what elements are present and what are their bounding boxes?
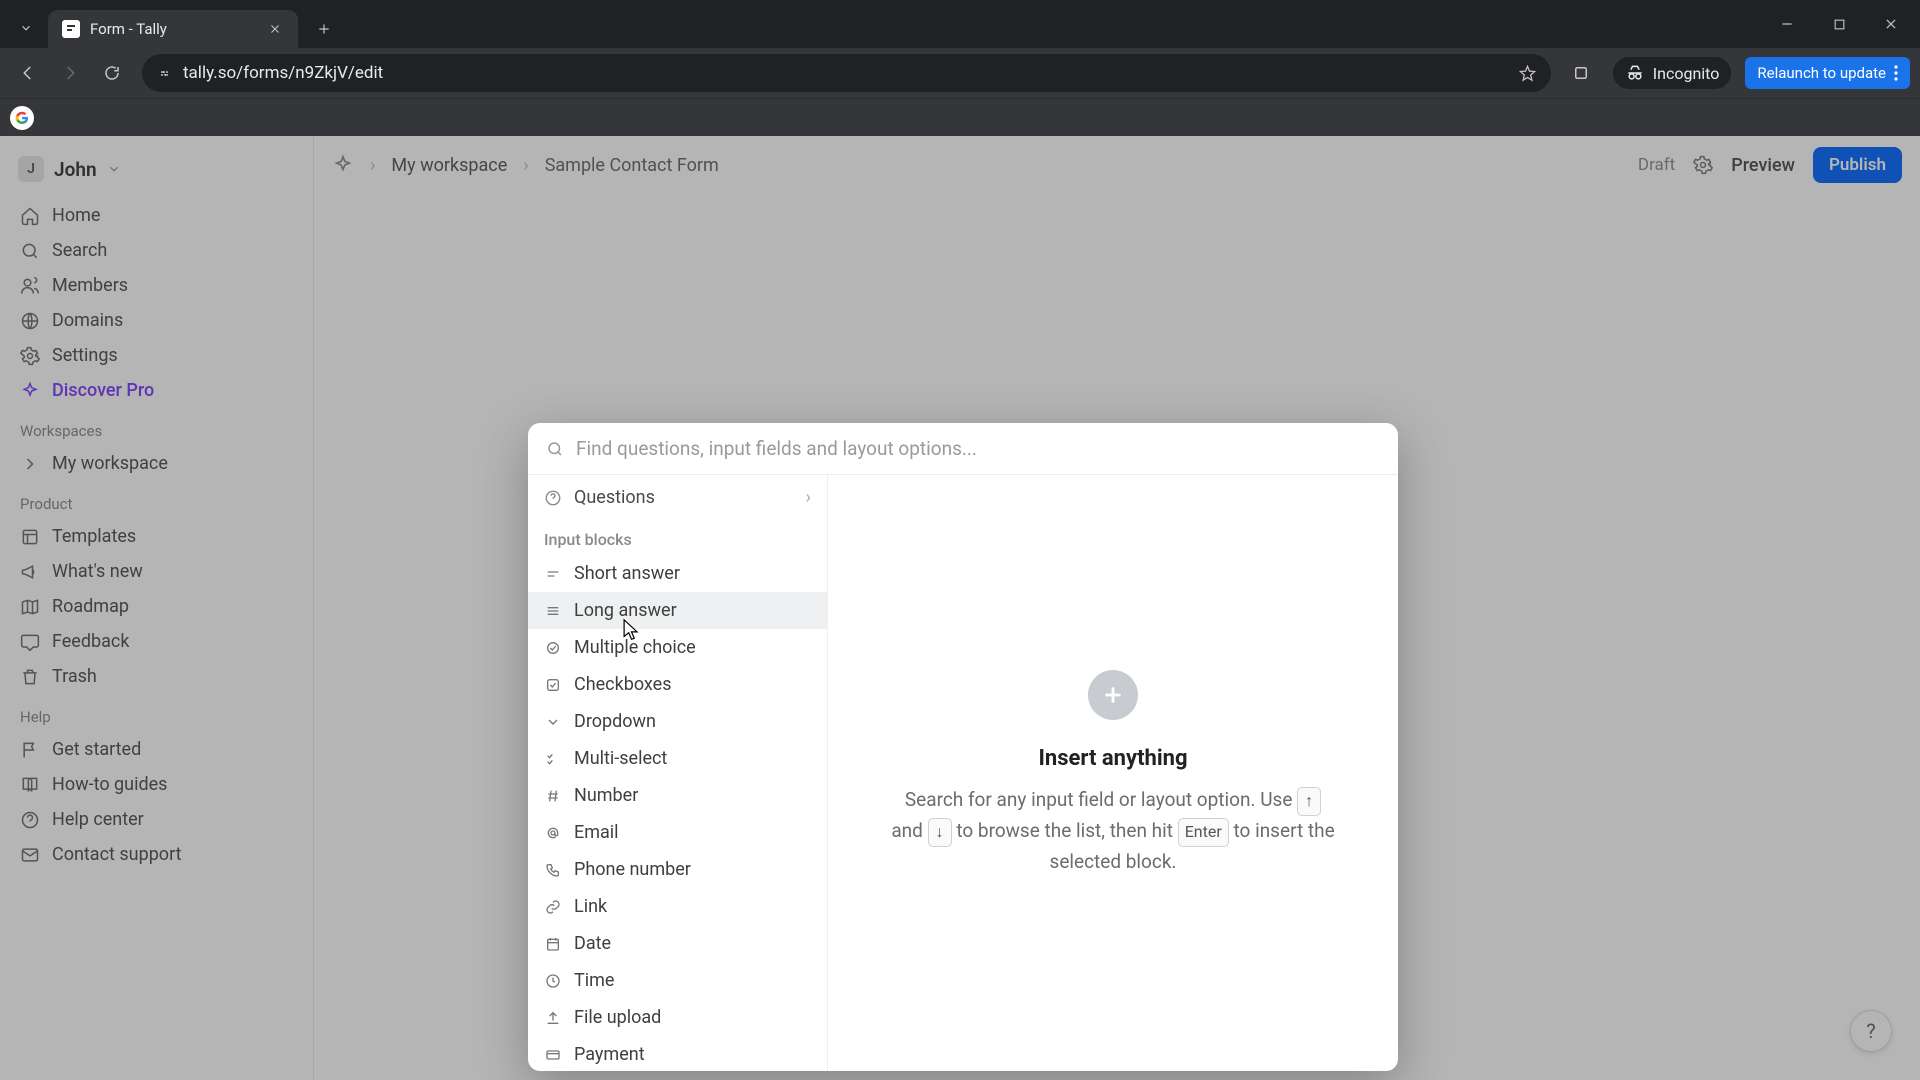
questions-label: Questions: [574, 487, 655, 508]
checkbox-icon: [544, 676, 562, 694]
modal-search-row: [528, 423, 1398, 475]
incognito-label: Incognito: [1653, 64, 1720, 83]
google-bookmark[interactable]: [10, 106, 34, 130]
payment-icon: [544, 1046, 562, 1064]
block-multi-select[interactable]: Multi-select: [528, 740, 827, 777]
forward-button[interactable]: [52, 55, 88, 91]
arrow-left-icon: [19, 64, 37, 82]
block-label: Link: [574, 896, 607, 917]
clock-icon: [544, 972, 562, 990]
window-minimize-button[interactable]: [1764, 6, 1810, 42]
block-file-upload[interactable]: File upload: [528, 999, 827, 1036]
block-label: Email: [574, 822, 619, 843]
block-long-answer[interactable]: Long answer: [528, 592, 827, 629]
reload-button[interactable]: [94, 55, 130, 91]
reload-icon: [103, 64, 121, 82]
block-preview-panel: Insert anything Search for any input fie…: [828, 475, 1398, 1071]
dropdown-icon: [544, 713, 562, 731]
puzzle-icon: [1572, 64, 1590, 82]
link-icon: [544, 898, 562, 916]
radio-icon: [544, 639, 562, 657]
more-vert-icon: [1894, 65, 1898, 81]
chevron-down-icon: [19, 21, 33, 35]
minimize-icon: [1780, 17, 1794, 31]
close-icon: [1884, 17, 1898, 31]
calendar-icon: [544, 935, 562, 953]
search-input[interactable]: [576, 437, 1380, 460]
block-label: Long answer: [574, 600, 677, 621]
block-label: Time: [574, 970, 614, 991]
bookmark-bar: [0, 98, 1920, 136]
block-email[interactable]: Email: [528, 814, 827, 851]
at-icon: [544, 824, 562, 842]
browser-toolbar: tally.so/forms/n9ZkjV/edit Incognito Rel…: [0, 48, 1920, 98]
tab-favicon-icon: [62, 20, 80, 38]
hash-icon: [544, 787, 562, 805]
short-answer-icon: [544, 565, 562, 583]
block-dropdown[interactable]: Dropdown: [528, 703, 827, 740]
block-label: Number: [574, 785, 638, 806]
block-payment[interactable]: Payment: [528, 1036, 827, 1071]
insert-block-modal: Questions › Input blocks Short answer Lo…: [528, 423, 1398, 1071]
kbd-up: ↑: [1297, 787, 1321, 816]
browser-tab[interactable]: Form - Tally: [48, 10, 298, 48]
site-settings-icon: [156, 65, 173, 82]
chevron-right-icon: ›: [806, 487, 811, 508]
block-short-answer[interactable]: Short answer: [528, 555, 827, 592]
block-label: Payment: [574, 1044, 645, 1065]
upload-icon: [544, 1009, 562, 1027]
block-list-panel: Questions › Input blocks Short answer Lo…: [528, 475, 828, 1071]
multi-select-icon: [544, 750, 562, 768]
plus-circle-icon: [1088, 670, 1138, 720]
tab-strip: Form - Tally: [0, 0, 1920, 48]
block-label: File upload: [574, 1007, 661, 1028]
questions-category[interactable]: Questions ›: [528, 475, 827, 520]
block-phone-number[interactable]: Phone number: [528, 851, 827, 888]
insert-description: Search for any input field or layout opt…: [888, 785, 1338, 876]
block-number[interactable]: Number: [528, 777, 827, 814]
block-label: Date: [574, 933, 611, 954]
plus-icon: [317, 22, 331, 36]
relaunch-label: Relaunch to update: [1757, 64, 1886, 82]
block-time[interactable]: Time: [528, 962, 827, 999]
window-close-button[interactable]: [1868, 6, 1914, 42]
relaunch-button[interactable]: Relaunch to update: [1745, 57, 1910, 89]
extensions-button[interactable]: [1563, 55, 1599, 91]
input-blocks-header: Input blocks: [528, 520, 827, 555]
block-label: Dropdown: [574, 711, 656, 732]
block-checkboxes[interactable]: Checkboxes: [528, 666, 827, 703]
block-label: Multi-select: [574, 748, 667, 769]
long-answer-icon: [544, 602, 562, 620]
tab-title: Form - Tally: [90, 20, 167, 38]
block-multiple-choice[interactable]: Multiple choice: [528, 629, 827, 666]
kbd-down: ↓: [928, 818, 952, 847]
google-icon: [14, 110, 30, 126]
help-circle-icon: [544, 489, 562, 507]
back-button[interactable]: [10, 55, 46, 91]
block-label: Checkboxes: [574, 674, 672, 695]
block-label: Multiple choice: [574, 637, 696, 658]
close-icon: [269, 23, 281, 35]
tab-close-button[interactable]: [266, 20, 284, 38]
block-label: Phone number: [574, 859, 691, 880]
star-icon[interactable]: [1518, 64, 1537, 83]
phone-icon: [544, 861, 562, 879]
block-label: Short answer: [574, 563, 680, 584]
incognito-indicator[interactable]: Incognito: [1613, 57, 1732, 89]
kbd-enter: Enter: [1178, 818, 1229, 847]
search-icon: [546, 440, 564, 458]
arrow-right-icon: [61, 64, 79, 82]
tab-search-button[interactable]: [8, 10, 44, 46]
maximize-icon: [1833, 18, 1846, 31]
url-text: tally.so/forms/n9ZkjV/edit: [183, 63, 1508, 83]
block-date[interactable]: Date: [528, 925, 827, 962]
window-maximize-button[interactable]: [1816, 6, 1862, 42]
block-list-scroll[interactable]: Questions › Input blocks Short answer Lo…: [528, 475, 827, 1071]
insert-title: Insert anything: [1038, 746, 1187, 771]
new-tab-button[interactable]: [308, 13, 340, 45]
block-link[interactable]: Link: [528, 888, 827, 925]
address-bar[interactable]: tally.so/forms/n9ZkjV/edit: [142, 54, 1551, 92]
incognito-icon: [1625, 63, 1645, 83]
